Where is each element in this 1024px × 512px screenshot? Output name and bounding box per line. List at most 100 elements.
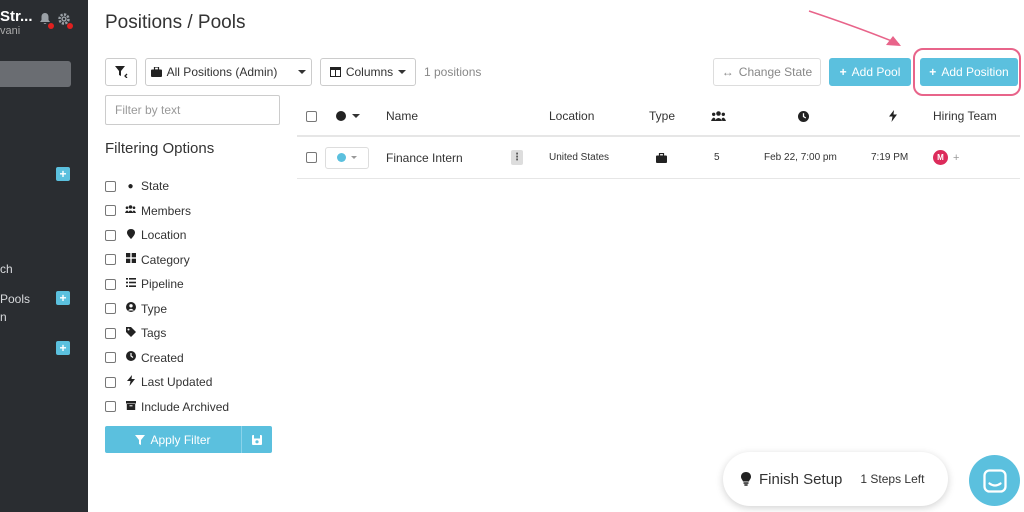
user-circle-icon [125, 302, 136, 315]
updated-column-icon[interactable] [889, 97, 897, 135]
sidebar-item-other[interactable]: n [0, 310, 7, 324]
filter-option-type[interactable]: Type [105, 297, 280, 322]
filter-option-state[interactable]: ● State [105, 174, 280, 199]
filter-option-label: Members [141, 203, 192, 218]
filter-icon [114, 66, 127, 78]
created-column-icon[interactable] [798, 97, 809, 135]
filter-text-input[interactable] [105, 95, 280, 125]
filter-option-label: Category [141, 252, 190, 267]
checkbox[interactable] [105, 229, 116, 241]
row-name[interactable]: Finance Intern [386, 137, 463, 178]
filter-option-pipeline[interactable]: Pipeline [105, 272, 280, 297]
finish-setup-label: Finish Setup [759, 470, 843, 488]
name-column-header[interactable]: Name [386, 97, 418, 135]
list-icon [125, 278, 136, 290]
view-select[interactable]: All Positions (Admin) [145, 58, 312, 86]
columns-icon [329, 67, 341, 77]
type-column-header[interactable]: Type [649, 97, 675, 135]
sidebar-search[interactable] [0, 61, 71, 87]
add-pool-button[interactable]: + Add Pool [829, 58, 911, 86]
filter-option-category[interactable]: Category [105, 248, 280, 273]
change-state-label: Change State [738, 65, 813, 79]
page-title: Positions / Pools [105, 12, 246, 33]
chevron-down-icon [298, 70, 307, 74]
apply-filter-button[interactable]: Apply Filter [105, 426, 241, 453]
row-checkbox[interactable] [306, 137, 317, 178]
circle-icon: ● [127, 180, 134, 192]
filter-option-last-updated[interactable]: Last Updated [105, 370, 280, 395]
sidebar-item-search[interactable]: ch [0, 262, 13, 276]
chat-icon [982, 468, 1007, 493]
filter-option-label: Pipeline [141, 277, 184, 292]
sidebar-add-pools-icon[interactable]: + [56, 291, 70, 305]
finish-setup-card[interactable]: Finish Setup 1 Steps Left [723, 452, 948, 506]
sidebar-add-item-icon[interactable]: + [56, 341, 70, 355]
checkbox[interactable] [105, 376, 116, 388]
archive-icon [125, 400, 136, 413]
filter-option-location[interactable]: Location [105, 223, 280, 248]
row-updated: 7:19 PM [871, 152, 909, 163]
positions-table: Name Location Type Hiring Team Finance I… [297, 97, 1020, 179]
org-subtitle: vani [0, 25, 21, 37]
filter-option-label: Type [141, 301, 168, 316]
lightbulb-icon [741, 472, 751, 486]
row-location: United States [549, 152, 610, 163]
change-state-button[interactable]: ↔ Change State [713, 58, 821, 86]
filtering-options-heading: Filtering Options [105, 140, 215, 157]
bell-icon[interactable] [37, 12, 54, 29]
users-icon [125, 205, 136, 216]
checkbox[interactable] [105, 303, 116, 315]
hiring-team-column-header[interactable]: Hiring Team [933, 97, 997, 135]
members-column-icon[interactable] [711, 97, 726, 135]
filter-option-label: Last Updated [141, 375, 213, 390]
save-filter-button[interactable] [241, 426, 272, 453]
apply-filter-group: Apply Filter [105, 426, 272, 453]
gear-icon[interactable] [56, 12, 73, 29]
table-row[interactable]: Finance Intern ⋮ United States 5 Feb 22,… [297, 137, 1020, 179]
tag-icon [125, 326, 136, 340]
checkbox[interactable] [105, 278, 116, 290]
filter-option-label: Include Archived [141, 399, 230, 414]
filter-option-label: Tags [141, 326, 167, 341]
sidebar-item-pools[interactable]: Pools [0, 292, 30, 306]
plus-icon: + [839, 65, 847, 79]
map-pin-icon [125, 228, 136, 242]
filter-option-created[interactable]: Created [105, 346, 280, 371]
location-column-header[interactable]: Location [549, 97, 594, 135]
state-dot-icon [336, 111, 346, 121]
checkbox[interactable] [105, 180, 116, 192]
chevron-down-icon [398, 70, 407, 74]
filter-toggle-button[interactable] [105, 58, 137, 86]
checkbox[interactable] [105, 205, 116, 217]
row-menu-icon[interactable]: ⋮ [511, 137, 523, 178]
filter-option-members[interactable]: Members [105, 199, 280, 224]
briefcase-icon [656, 137, 667, 178]
steps-left-text: 1 Steps Left [860, 472, 925, 486]
checkbox[interactable] [105, 254, 116, 266]
filter-option-include-archived[interactable]: Include Archived [105, 395, 280, 420]
bolt-icon [125, 375, 136, 389]
state-column-header[interactable] [336, 97, 360, 135]
checkbox[interactable] [105, 401, 116, 413]
avatar[interactable]: M [933, 150, 948, 165]
state-dot-icon [337, 153, 346, 162]
checkbox[interactable] [105, 352, 116, 364]
org-name[interactable]: Str... [0, 8, 33, 25]
row-state-select[interactable] [325, 137, 369, 178]
row-members-count: 5 [714, 152, 720, 163]
clock-icon [125, 351, 136, 364]
filter-option-label: Location [141, 228, 187, 243]
briefcase-icon [150, 67, 162, 77]
add-pool-label: Add Pool [851, 65, 901, 79]
checkbox[interactable] [105, 327, 116, 339]
apply-filter-label: Apply Filter [150, 432, 211, 447]
filter-option-tags[interactable]: Tags [105, 321, 280, 346]
filter-icon [135, 434, 146, 445]
highlight-ring [913, 48, 1021, 96]
columns-button[interactable]: Columns [320, 58, 416, 86]
chat-launcher-button[interactable] [969, 455, 1020, 506]
add-member-icon[interactable]: + [953, 152, 959, 164]
select-all-checkbox[interactable] [306, 97, 317, 135]
filter-option-label: State [141, 179, 170, 194]
sidebar-add-icon[interactable]: + [56, 167, 70, 181]
